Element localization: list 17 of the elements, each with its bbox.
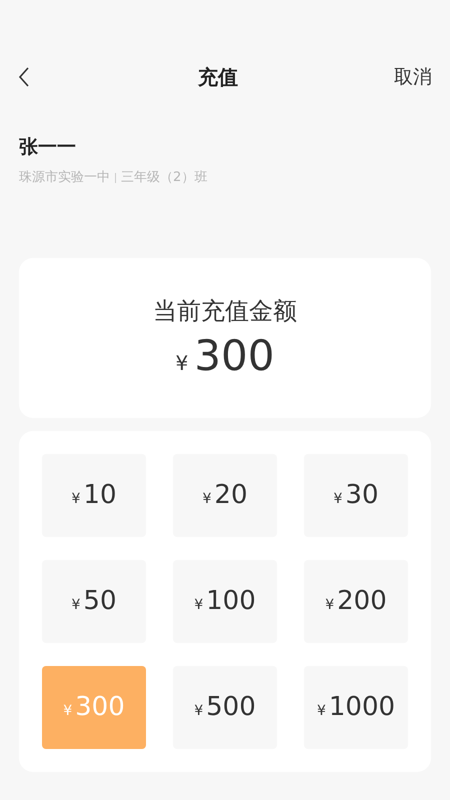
- student-name: 张一一: [19, 135, 77, 160]
- amount-option[interactable]: ¥20: [173, 454, 277, 536]
- cancel-button[interactable]: 取消: [388, 62, 432, 92]
- amount-option[interactable]: ¥100: [173, 560, 277, 642]
- amount-option[interactable]: ¥200: [304, 560, 408, 642]
- back-icon: [18, 67, 30, 87]
- amount-option[interactable]: ¥1000: [304, 666, 408, 748]
- amount-option[interactable]: ¥50: [42, 560, 146, 642]
- school-name: 珠源市实验一中: [19, 169, 110, 187]
- amount-option[interactable]: ¥10: [42, 454, 146, 536]
- amount-value: 300: [194, 330, 274, 380]
- currency-symbol: ¥: [176, 350, 188, 376]
- amount-option[interactable]: ¥500: [173, 666, 277, 748]
- amount-label: 当前充值金额: [153, 296, 297, 326]
- page-title: 充值: [198, 64, 238, 91]
- class-name: 三年级（2）班: [121, 169, 208, 187]
- amount-option[interactable]: ¥30: [304, 454, 408, 536]
